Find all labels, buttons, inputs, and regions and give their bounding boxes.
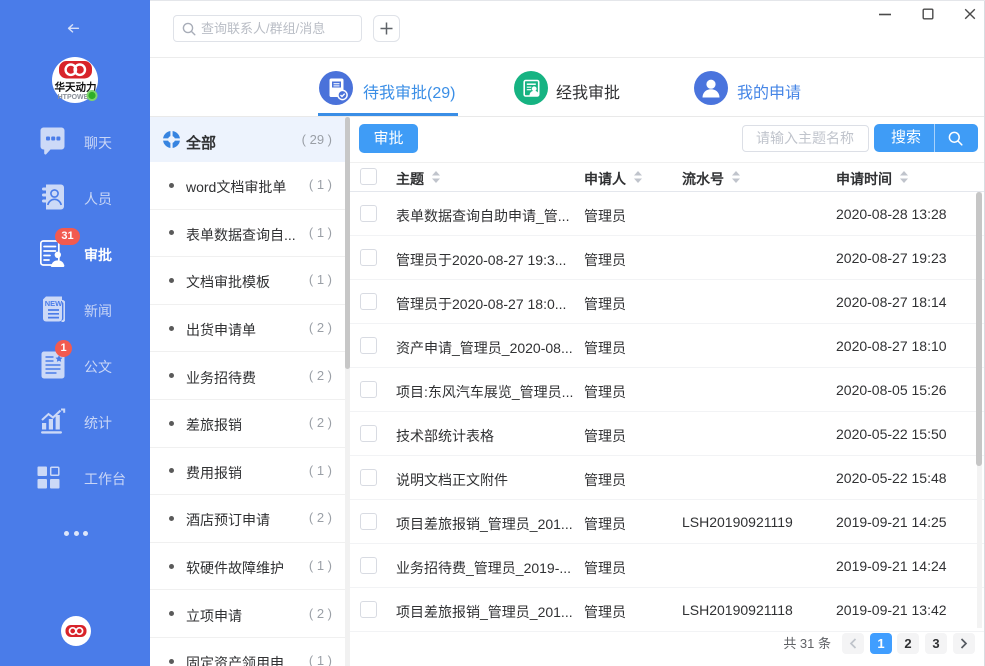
svg-text:NEW: NEW <box>45 299 63 308</box>
